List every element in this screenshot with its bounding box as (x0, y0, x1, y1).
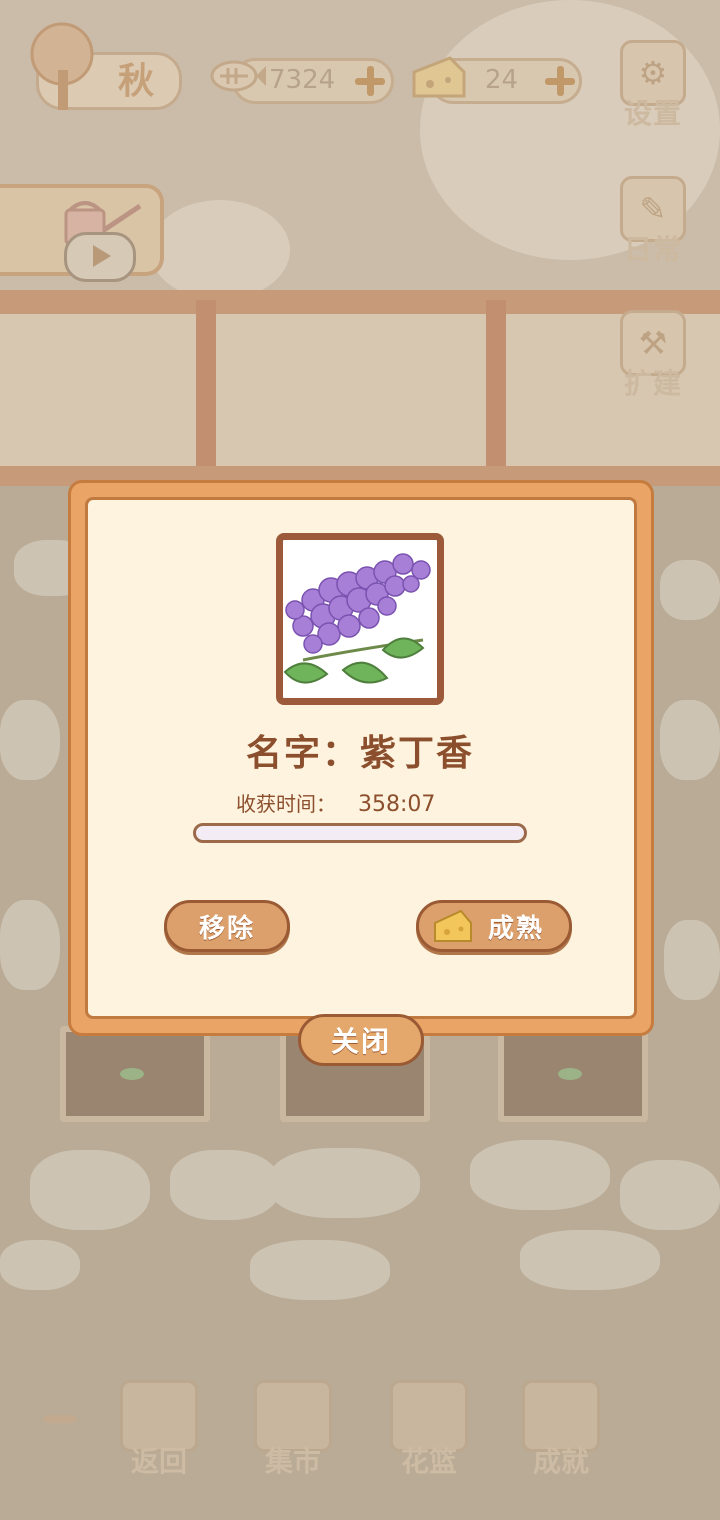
nav-market-label: 集市 (264, 1445, 321, 1478)
nav-achievement[interactable]: 成就 (516, 1380, 606, 1480)
fish-count: 7324 (269, 65, 336, 95)
expand-button[interactable]: ⚒ 扩建 (616, 310, 690, 402)
garden-plot[interactable] (498, 1026, 648, 1122)
sprout-icon (558, 1068, 582, 1080)
stepping-stone (0, 900, 60, 990)
harvest-time-label: 收获时间： (236, 792, 336, 816)
stepping-stone (250, 1240, 390, 1300)
cheese-count: 24 (485, 65, 519, 95)
stepping-stone (620, 1160, 720, 1230)
harvest-time-row: 收获时间： 358:07 (236, 788, 435, 817)
nav-back[interactable]: 返回 (114, 1380, 204, 1480)
nav-back-label: 返回 (130, 1445, 187, 1478)
daily-label: 日常 (623, 233, 682, 266)
nav-basket-label: 花篮 (400, 1445, 457, 1478)
daily-button[interactable]: ✎ 日常 (616, 176, 690, 268)
harvest-time-value: 358:07 (358, 792, 436, 817)
add-fish-button[interactable] (353, 64, 387, 98)
stepping-stone (664, 920, 720, 1000)
background-bush (150, 200, 290, 300)
season-label: 秋 (118, 61, 155, 102)
nav-market[interactable]: 集市 (248, 1380, 338, 1480)
fence-post (486, 300, 506, 480)
remove-button[interactable]: 移除 (164, 900, 290, 952)
fence-railing (0, 290, 720, 314)
drawer-handle[interactable] (44, 1415, 76, 1423)
stepping-stone (30, 1150, 150, 1230)
nav-basket[interactable]: 花篮 (384, 1380, 474, 1480)
stepping-stone (170, 1150, 280, 1220)
fence-post (196, 300, 216, 480)
fishbone-icon (210, 60, 266, 92)
stepping-stone (520, 1230, 660, 1290)
stepping-stone (270, 1148, 420, 1218)
plant-portrait (276, 533, 444, 705)
expand-label: 扩建 (623, 367, 682, 400)
add-cheese-button[interactable] (543, 64, 577, 98)
sprout-icon (120, 1068, 144, 1080)
cheese-icon (434, 909, 472, 942)
stepping-stone (660, 560, 720, 620)
autumn-tree-icon (30, 22, 94, 110)
nav-achievement-label: 成就 (532, 1445, 589, 1478)
stepping-stone (470, 1140, 610, 1210)
lilac-flower-icon (283, 553, 431, 684)
mature-button[interactable]: 成熟 (416, 900, 572, 952)
garden-plot[interactable] (60, 1026, 210, 1122)
close-label: 关闭 (330, 1025, 391, 1058)
remove-label: 移除 (198, 913, 255, 944)
mature-label: 成熟 (487, 913, 544, 944)
settings-button[interactable]: ⚙ 设置 (616, 40, 690, 132)
play-video-button[interactable] (64, 232, 136, 282)
growth-progress-bar (193, 823, 527, 843)
settings-label: 设置 (623, 97, 682, 130)
stepping-stone (0, 1240, 80, 1290)
cheese-icon (412, 56, 466, 98)
plant-name: 名字：紫丁香 (245, 733, 474, 774)
fence-panel (0, 314, 720, 474)
close-button[interactable]: 关闭 (298, 1014, 424, 1066)
